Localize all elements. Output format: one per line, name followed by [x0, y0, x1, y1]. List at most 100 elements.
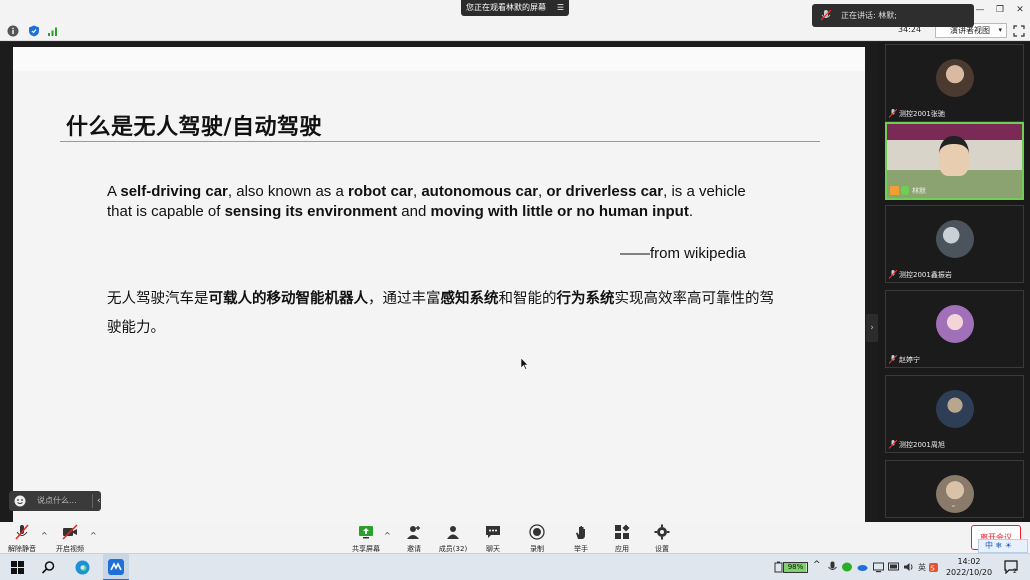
- svg-text:英: 英: [918, 562, 926, 572]
- cn-text: 和智能的: [498, 291, 557, 307]
- participant-name-label: 赵婷宁: [899, 356, 920, 364]
- view-mode-label: 演讲者视图: [950, 26, 990, 35]
- slide-header-strip: [13, 47, 865, 71]
- ime-icon[interactable]: S: [928, 561, 939, 573]
- reaction-placeholder: 说点什么...: [37, 496, 77, 505]
- participant-tile[interactable]: 测控2001周旭: [885, 375, 1024, 453]
- unmute-button[interactable]: 解除静音: [2, 524, 42, 554]
- en-text: A: [107, 183, 121, 200]
- participant-tile[interactable]: 测控2001张驰: [885, 44, 1024, 122]
- participant-tile[interactable]: [885, 460, 1024, 518]
- mic-muted-icon: [821, 10, 831, 21]
- network-icon[interactable]: [888, 561, 899, 573]
- en-bold: robot car: [347, 183, 413, 200]
- share-screen-icon: [359, 526, 373, 539]
- cn-bold: 行为系统: [556, 291, 615, 307]
- presentation-slide: 什么是无人驾驶/自动驾驶 A self-driving car, also kn…: [13, 47, 865, 522]
- reaction-input[interactable]: 说点什么... ‹: [9, 491, 101, 511]
- clock-time: 14:02: [957, 557, 981, 566]
- ime-toolbar[interactable]: 中 ❄ ☀: [978, 539, 1028, 553]
- apps-button[interactable]: 应用: [602, 524, 642, 554]
- chevron-up-icon[interactable]: ^: [813, 560, 821, 570]
- display-icon[interactable]: [873, 561, 884, 573]
- en-text: , also known as a: [227, 183, 348, 200]
- emoji-icon[interactable]: [14, 495, 26, 507]
- camera-off-icon: [62, 524, 78, 540]
- participant-name: 测控2001鑫振岩: [889, 270, 952, 280]
- chinese-definition: 无人驾驶汽车是可载人的移动智能机器人，通过丰富感知系统和智能的行为系统实现高效率…: [107, 285, 777, 343]
- info-icon[interactable]: [7, 25, 19, 37]
- meeting-toolbar: 解除静音 ^ 开启视频 ^ 共享屏幕 ^ 邀请 成员(32) 聊天 录制 举手 …: [0, 522, 1030, 553]
- title-divider: [60, 141, 820, 142]
- windows-taskbar: 98% ^ 英 S 14:02 2022/10/20 2: [0, 553, 1030, 580]
- en-bold: sensing its environment: [224, 202, 398, 220]
- participant-name: 测控2001周旭: [889, 440, 945, 450]
- cn-text: 无人驾驶汽车是: [107, 291, 209, 307]
- mic-muted-icon: [889, 109, 897, 118]
- participant-name: 测控2001张驰: [889, 109, 945, 119]
- tencent-meeting-taskbar-button[interactable]: [103, 554, 129, 580]
- settings-button[interactable]: 设置: [642, 524, 682, 554]
- participant-name-label: 测控2001张驰: [899, 110, 945, 118]
- record-button[interactable]: 录制: [517, 524, 557, 554]
- avatar: [939, 136, 969, 176]
- mic-muted-icon: [15, 524, 29, 540]
- speaker-icon[interactable]: [903, 561, 914, 573]
- collapse-panel-button[interactable]: ›: [866, 314, 878, 342]
- mic-muted-icon: [889, 440, 897, 449]
- mic-muted-icon: [889, 270, 897, 279]
- chat-button[interactable]: 聊天: [473, 524, 513, 554]
- speaking-indicator: 正在讲话: 林默;: [812, 4, 974, 27]
- cloud-icon[interactable]: [857, 561, 868, 573]
- mic-on-icon: [901, 186, 909, 195]
- members-button[interactable]: 成员(32): [433, 524, 473, 554]
- avatar: [935, 305, 974, 343]
- svg-text:S: S: [930, 565, 935, 573]
- taskbar-clock[interactable]: 14:02 2022/10/20: [940, 556, 998, 578]
- signal-icon[interactable]: [47, 25, 59, 37]
- en-bold: self-driving car: [120, 183, 228, 200]
- source-citation: ——from wikipedia: [620, 245, 746, 262]
- close-button[interactable]: ✕: [1010, 0, 1030, 21]
- battery-indicator[interactable]: 98%: [783, 562, 808, 573]
- en-bold: or driverless car: [546, 183, 664, 200]
- chevron-up-icon[interactable]: ^: [384, 531, 391, 540]
- chevron-up-icon[interactable]: ^: [90, 531, 97, 540]
- avatar: [935, 59, 974, 97]
- search-icon[interactable]: [41, 560, 56, 575]
- tencent-meeting-icon: [108, 559, 124, 575]
- host-icon: [890, 186, 899, 195]
- raise-hand-button[interactable]: 举手: [561, 524, 601, 554]
- participant-name: 林默: [890, 186, 926, 196]
- start-video-button[interactable]: 开启视频: [50, 524, 90, 554]
- chevron-left-icon[interactable]: ‹: [97, 491, 101, 511]
- notification-count: 2: [1013, 568, 1017, 575]
- restore-button[interactable]: ❐: [990, 0, 1010, 21]
- participant-name-label: 测控2001周旭: [899, 441, 945, 449]
- english-definition: A self-driving car, also known as a robo…: [107, 182, 767, 221]
- avatar: [935, 390, 974, 428]
- share-banner[interactable]: 您正在观看林默的屏幕 ☰: [461, 0, 569, 16]
- cn-text: ，通过丰富: [368, 291, 441, 307]
- cn-bold: 可载人的移动智能机器人: [208, 291, 369, 307]
- shield-icon[interactable]: [28, 25, 40, 37]
- users-icon: [447, 526, 459, 539]
- chevron-up-icon[interactable]: ^: [41, 531, 48, 540]
- fullscreen-icon[interactable]: [1013, 25, 1025, 37]
- hand-icon: [576, 526, 585, 539]
- invite-button[interactable]: 邀请: [394, 524, 434, 554]
- mouse-cursor-icon: [521, 358, 529, 370]
- participant-tile-active-speaker[interactable]: 林默: [885, 122, 1024, 200]
- edge-browser-icon[interactable]: [75, 560, 90, 575]
- avatar: [935, 220, 974, 258]
- share-screen-button[interactable]: 共享屏幕: [346, 524, 386, 554]
- microphone-icon[interactable]: [827, 561, 838, 573]
- windows-start-icon[interactable]: [10, 560, 25, 575]
- participant-name-label: 林默: [912, 187, 926, 195]
- participant-tile[interactable]: 赵婷宁: [885, 290, 1024, 368]
- window-controls: — ❐ ✕: [970, 0, 1030, 21]
- menu-icon[interactable]: ☰: [557, 0, 564, 16]
- chevron-down-icon[interactable]: ⌄: [950, 500, 957, 509]
- participant-tile[interactable]: 测控2001鑫振岩: [885, 205, 1024, 283]
- wechat-icon[interactable]: [842, 561, 853, 573]
